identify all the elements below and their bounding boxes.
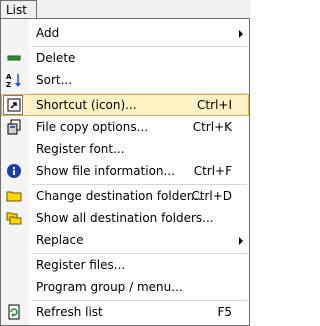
menu-item-label: Register files... (36, 258, 126, 272)
folders-icon (6, 212, 22, 225)
menu-bar: List (0, 0, 250, 19)
menu-item-show-file-information[interactable]: Show file information... Ctrl+F (1, 160, 249, 182)
folder-icon (6, 191, 22, 202)
shortcut-icon (7, 98, 21, 112)
menu-item-label: Replace (36, 233, 84, 247)
submenu-arrow-icon (239, 30, 243, 38)
svg-text:Z: Z (6, 81, 11, 88)
menu-item-shortcut-key: Ctrl+K (192, 120, 232, 134)
menu-item-file-copy-options[interactable]: File copy options... Ctrl+K (1, 116, 249, 138)
info-icon (7, 164, 21, 178)
menu-item-label: File copy options... (36, 120, 149, 134)
menu-item-change-destination-folder[interactable]: Change destination folder... Ctrl+D (1, 185, 249, 207)
menu-title-list[interactable]: List (0, 0, 37, 19)
minus-icon (7, 55, 21, 61)
menu-item-label: Show all destination folders... (36, 211, 214, 225)
file-copy-icon (7, 119, 21, 135)
menu-item-show-all-destination-folders[interactable]: Show all destination folders... (1, 207, 249, 229)
menu-item-register-font[interactable]: Register font... (1, 138, 249, 160)
sort-az-icon: A Z (6, 73, 21, 88)
menu-item-label: Change destination folder... (36, 189, 202, 203)
menu-item-label: Shortcut (icon)... (36, 98, 137, 112)
submenu-arrow-icon (239, 237, 243, 245)
menu-item-delete[interactable]: Delete (1, 47, 249, 69)
menu-item-register-files[interactable]: Register files... (1, 254, 249, 276)
menu-item-shortcut-key: Ctrl+D (191, 189, 232, 203)
menu-item-label: Delete (36, 51, 76, 65)
menu-item-label: Program group / menu... (36, 280, 183, 294)
menu-item-label: Show file information... (36, 164, 175, 178)
menu-item-add[interactable]: Add (1, 22, 249, 44)
menu-item-label: Register font... (36, 142, 125, 156)
menu-item-replace[interactable]: Replace (1, 229, 249, 251)
menu-item-shortcut-key: Ctrl+I (197, 98, 232, 112)
list-menu: Add Delete A Z Sort... Shortcut (icon)..… (0, 18, 250, 326)
refresh-icon (8, 304, 20, 320)
menu-item-label: Add (36, 26, 60, 40)
menu-item-label: Refresh list (36, 305, 103, 319)
menu-item-shortcut[interactable]: Shortcut (icon)... Ctrl+I (1, 94, 249, 116)
menu-item-refresh-list[interactable]: Refresh list F5 (1, 301, 249, 323)
menu-item-shortcut-key: F5 (217, 305, 232, 319)
menu-item-shortcut-key: Ctrl+F (193, 164, 232, 178)
menu-item-label: Sort... (36, 73, 73, 87)
svg-text:A: A (6, 73, 12, 81)
menu-item-sort[interactable]: A Z Sort... (1, 69, 249, 91)
menu-item-program-group[interactable]: Program group / menu... (1, 276, 249, 298)
